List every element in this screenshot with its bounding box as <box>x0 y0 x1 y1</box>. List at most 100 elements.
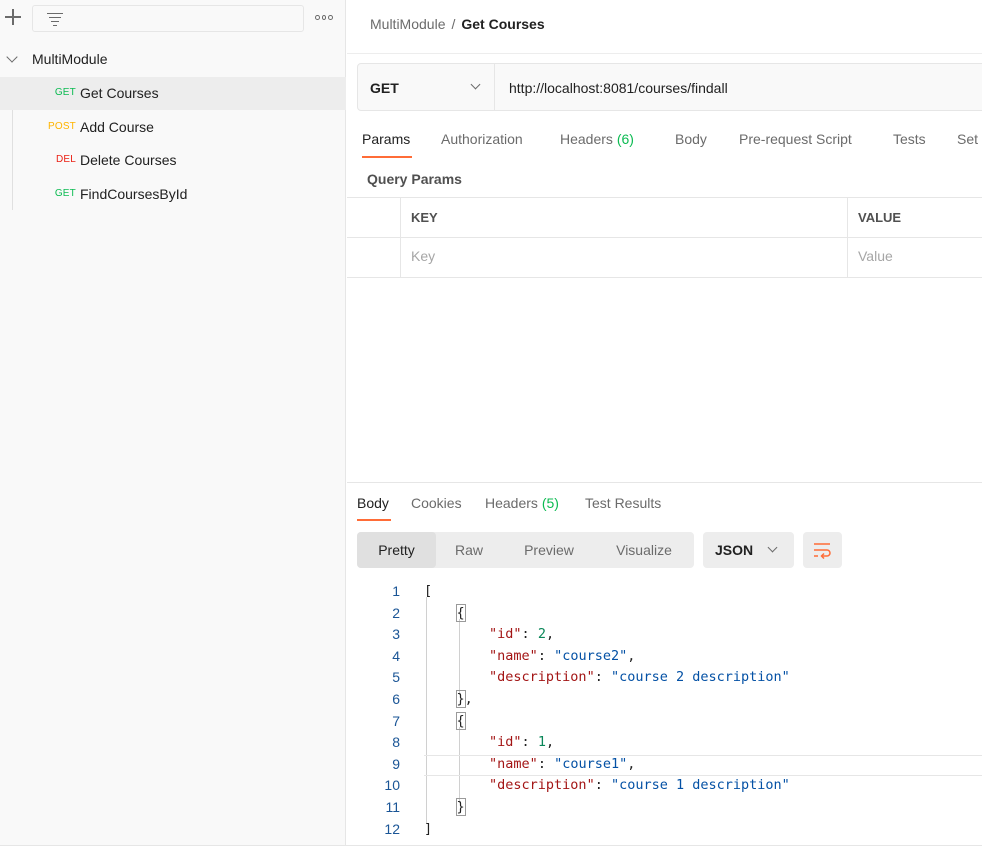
filter-input[interactable] <box>32 5 304 32</box>
method-select[interactable]: GET <box>358 64 495 110</box>
code-text: "description": "course 2 description" <box>489 669 790 686</box>
code-line: 9 "name": "course1", <box>347 756 982 778</box>
line-number: 7 <box>392 712 400 729</box>
code-text: { <box>455 711 466 730</box>
tab-response-body[interactable]: Body <box>357 495 389 511</box>
json-value: 2 <box>537 626 546 643</box>
view-mode-visualize[interactable]: Visualize <box>596 532 692 568</box>
code-text: "name": "course2", <box>489 647 636 664</box>
method-badge-post: POST <box>47 121 76 132</box>
param-value-input[interactable] <box>858 248 968 264</box>
method-badge-get: GET <box>54 188 76 199</box>
code-line: 7 { <box>347 711 982 735</box>
request-name: Delete Courses <box>80 152 177 168</box>
divider <box>347 53 982 54</box>
line-number: 4 <box>392 647 400 664</box>
new-collection-plus-icon[interactable] <box>5 9 21 25</box>
tab-authorization[interactable]: Authorization <box>441 131 523 147</box>
method-badge-del: DEL <box>55 154 76 165</box>
active-response-tab-indicator <box>357 519 391 521</box>
chevron-down-icon[interactable] <box>6 51 18 63</box>
view-mode-pretty[interactable]: Pretty <box>357 532 436 568</box>
code-line: 1[ <box>347 583 982 605</box>
code-line: 12] <box>347 821 982 843</box>
tab-settings[interactable]: Set <box>957 131 978 147</box>
query-params-title: Query Params <box>367 171 462 187</box>
tab-response-cookies[interactable]: Cookies <box>411 495 462 511</box>
code-line: 4 "name": "course2", <box>347 648 982 670</box>
tab-test-results[interactable]: Test Results <box>585 495 661 511</box>
tab-response-headers[interactable]: Headers (5) <box>485 495 559 511</box>
response-body-viewer[interactable]: 1[ 2 { 3 "id": 2, 4 "name": "course2", 5… <box>347 583 982 845</box>
tab-body[interactable]: Body <box>675 131 707 147</box>
line-number: 10 <box>384 777 400 794</box>
format-select-label: JSON <box>715 542 754 558</box>
code-line: 3 "id": 2, <box>347 626 982 648</box>
request-item-get-courses[interactable]: GET Get Courses <box>0 77 346 110</box>
column-divider <box>847 198 848 278</box>
code-text: } <box>455 798 466 816</box>
sidebar-toolbar <box>0 0 346 38</box>
json-key: "description" <box>489 777 595 794</box>
url-input[interactable] <box>509 80 969 96</box>
request-name: Get Courses <box>80 85 159 101</box>
json-key: "id" <box>489 626 522 643</box>
code-line: 5 "description": "course 2 description" <box>347 669 982 691</box>
request-name: FindCoursesById <box>80 186 188 202</box>
json-value: "course1" <box>554 755 628 772</box>
view-mode-preview[interactable]: Preview <box>502 532 596 568</box>
json-key: "name" <box>489 647 538 664</box>
code-text: { <box>455 603 466 622</box>
code-text: "description": "course 1 description" <box>489 777 790 794</box>
breadcrumb: MultiModule / Get Courses <box>370 16 545 32</box>
line-number: 6 <box>392 691 400 707</box>
wrap-lines-icon <box>814 543 831 559</box>
tab-headers-label: Headers <box>560 131 613 147</box>
collection-name: MultiModule <box>32 51 108 67</box>
json-key: "description" <box>489 669 595 686</box>
line-number: 1 <box>392 583 400 599</box>
code-line: 11 } <box>347 798 982 821</box>
chevron-down-icon <box>470 79 481 90</box>
code-text: "name": "course1", <box>489 755 636 772</box>
request-item-delete-courses[interactable]: DEL Delete Courses <box>0 144 346 177</box>
view-mode-toggle: Pretty Raw Preview Visualize <box>357 532 694 568</box>
url-bar: GET <box>357 63 982 111</box>
method-badge-get: GET <box>54 87 76 98</box>
breadcrumb-parent[interactable]: MultiModule <box>370 16 445 32</box>
request-item-add-course[interactable]: POST Add Course <box>0 111 346 144</box>
breadcrumb-current[interactable]: Get Courses <box>461 16 544 32</box>
more-options-icon[interactable] <box>315 15 334 21</box>
value-column-header: VALUE <box>858 210 902 225</box>
table-header-row: KEY VALUE <box>347 198 982 238</box>
tab-pre-request-script[interactable]: Pre-request Script <box>739 131 852 147</box>
breadcrumb-separator: / <box>451 16 456 32</box>
wrap-lines-button[interactable] <box>803 532 842 568</box>
json-key: "name" <box>489 755 538 772</box>
tab-tests[interactable]: Tests <box>893 131 926 147</box>
line-number: 8 <box>392 734 400 751</box>
code-line: 6 }, <box>347 690 982 713</box>
json-key: "id" <box>489 734 522 751</box>
pane-splitter[interactable] <box>347 482 982 483</box>
line-number: 5 <box>392 669 400 686</box>
request-name: Add Course <box>80 119 154 135</box>
filter-icon <box>47 13 63 26</box>
active-tab-indicator <box>362 156 412 158</box>
method-select-label: GET <box>370 80 399 96</box>
request-item-findcoursesbyid[interactable]: GET FindCoursesById <box>0 178 346 211</box>
tab-response-headers-count: (5) <box>541 495 559 511</box>
json-value: "course 1 description" <box>610 777 790 794</box>
tab-params[interactable]: Params <box>362 131 410 147</box>
view-mode-raw[interactable]: Raw <box>436 532 502 568</box>
format-select[interactable]: JSON <box>703 532 794 568</box>
param-key-input[interactable] <box>411 248 831 264</box>
sidebar: MultiModule GET Get Courses POST Add Cou… <box>0 0 346 846</box>
code-text: "id": 1, <box>489 734 555 751</box>
key-column-header: KEY <box>411 210 438 225</box>
tab-headers[interactable]: Headers (6) <box>560 131 634 147</box>
line-number: 3 <box>392 626 400 643</box>
collection-item-multimodule[interactable]: MultiModule <box>0 48 346 72</box>
line-number: 11 <box>385 799 400 815</box>
code-line: 10 "description": "course 1 description" <box>347 777 982 799</box>
